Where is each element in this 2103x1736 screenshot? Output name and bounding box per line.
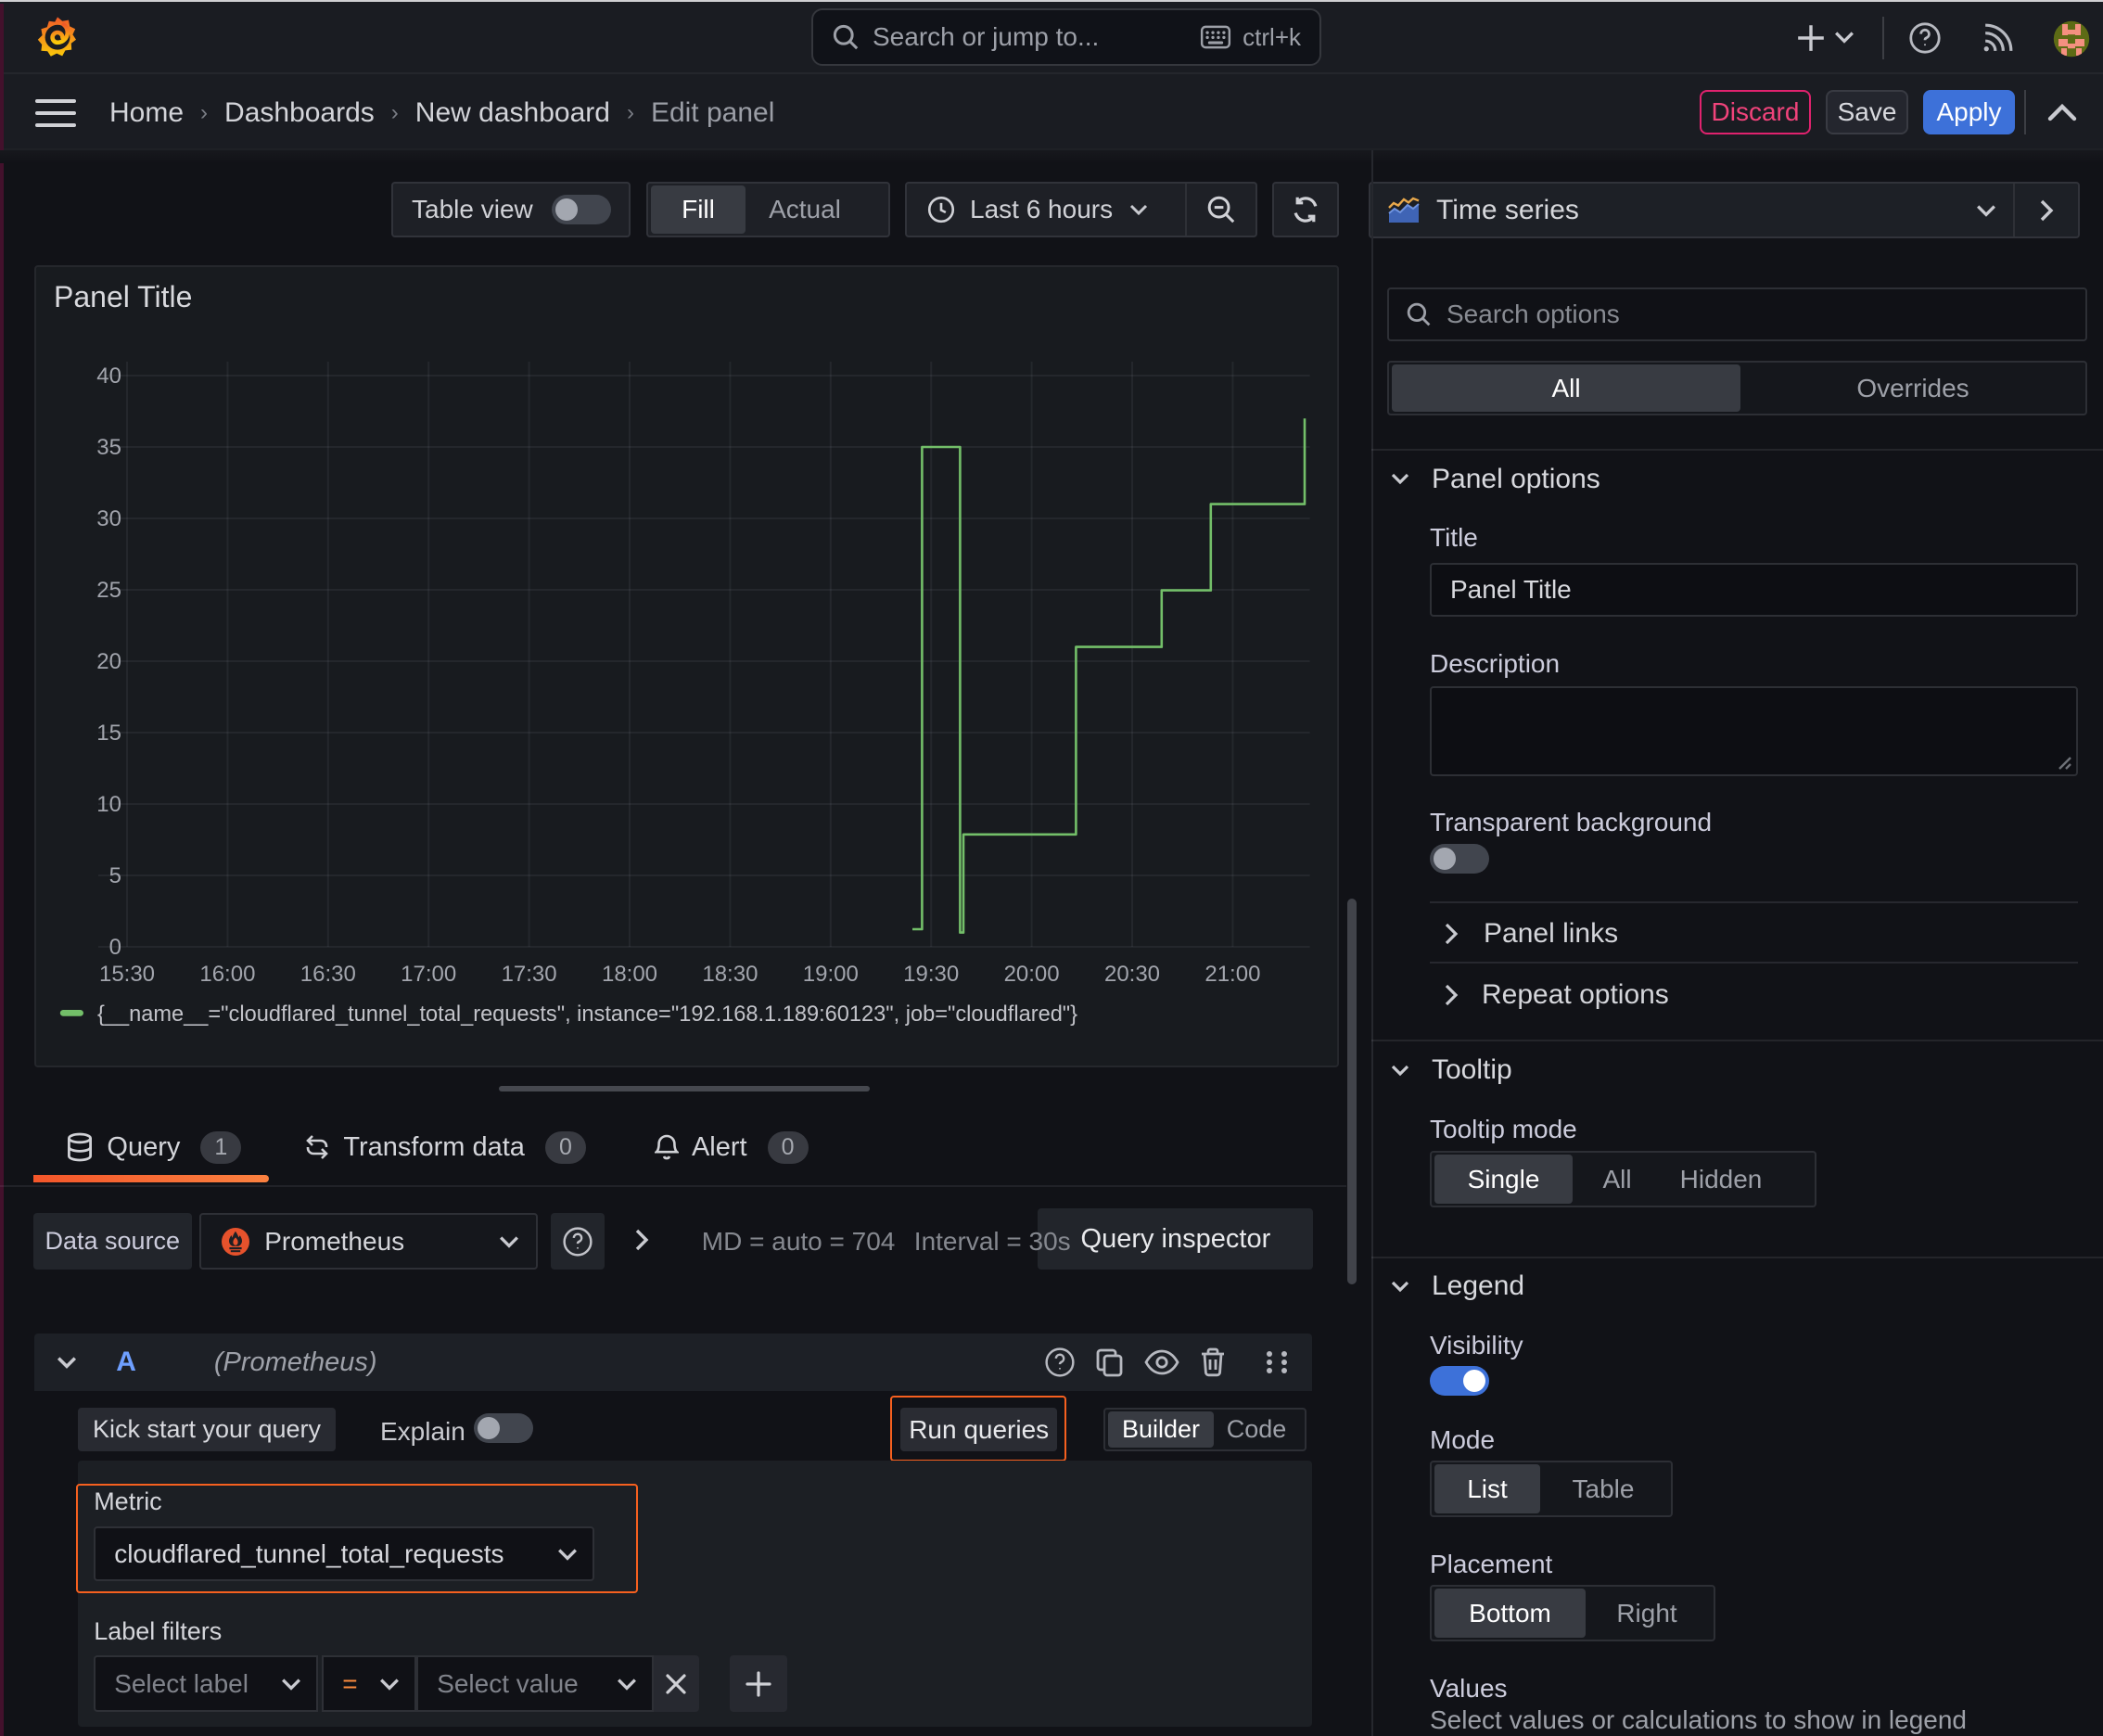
svg-text:16:30: 16:30 — [300, 962, 356, 987]
svg-text:10: 10 — [96, 792, 121, 817]
svg-text:{__name__="cloudflared_tunnel_: {__name__="cloudflared_tunnel_total_requ… — [97, 1002, 1077, 1027]
svg-text:19:00: 19:00 — [803, 962, 859, 987]
svg-text:0: 0 — [109, 935, 121, 960]
svg-text:21:00: 21:00 — [1204, 962, 1260, 987]
svg-text:20:30: 20:30 — [1104, 962, 1160, 987]
svg-text:17:00: 17:00 — [401, 962, 456, 987]
svg-text:35: 35 — [96, 435, 121, 460]
svg-text:20: 20 — [96, 649, 121, 674]
svg-text:30: 30 — [96, 506, 121, 531]
svg-text:25: 25 — [96, 578, 121, 603]
svg-text:20:00: 20:00 — [1004, 962, 1060, 987]
svg-text:18:00: 18:00 — [602, 962, 657, 987]
svg-text:15: 15 — [96, 721, 121, 746]
svg-text:19:30: 19:30 — [903, 962, 959, 987]
svg-text:17:30: 17:30 — [502, 962, 557, 987]
svg-text:40: 40 — [96, 364, 121, 389]
svg-text:18:30: 18:30 — [702, 962, 758, 987]
svg-text:5: 5 — [109, 863, 121, 888]
svg-text:16:00: 16:00 — [199, 962, 255, 987]
svg-text:15:30: 15:30 — [99, 962, 155, 987]
